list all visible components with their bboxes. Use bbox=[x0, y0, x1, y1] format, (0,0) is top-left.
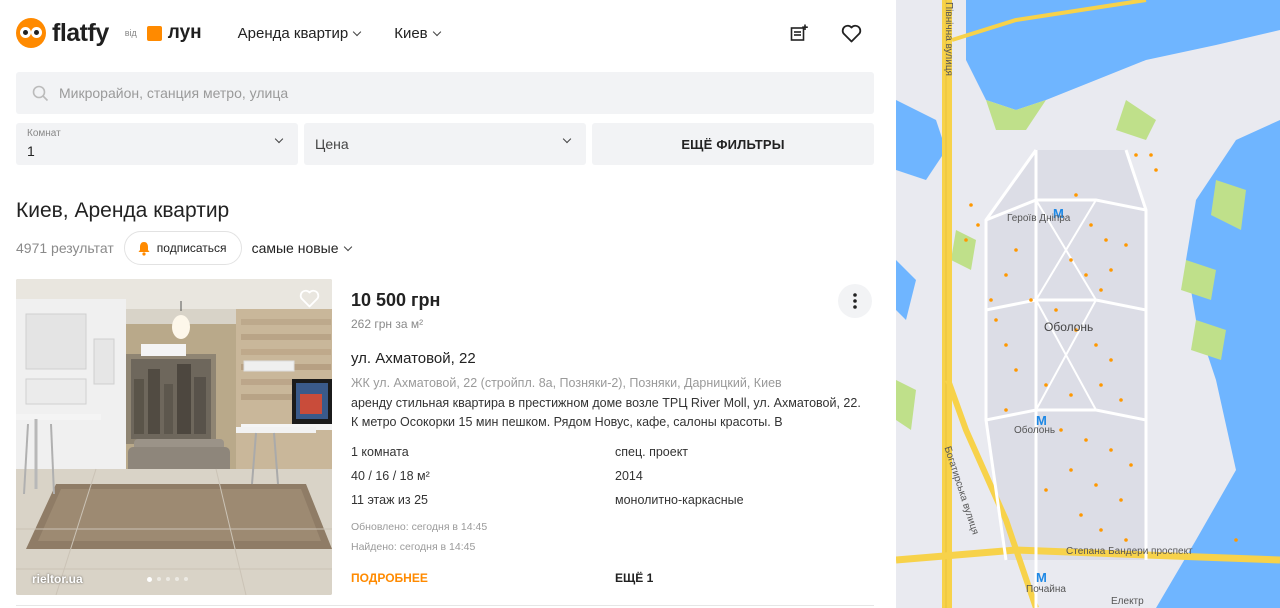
prop-area: 40 / 16 / 18 м² bbox=[351, 469, 430, 483]
chevron-down-icon bbox=[432, 27, 441, 36]
more-vertical-icon bbox=[853, 293, 857, 309]
subscribe-label: подписаться bbox=[156, 241, 227, 255]
sort-label: самые новые bbox=[251, 240, 339, 256]
nav-city[interactable]: Киев bbox=[394, 24, 441, 42]
results-meta: 4971 результат подписаться самые новые bbox=[16, 231, 352, 265]
bell-icon bbox=[138, 241, 150, 256]
header-actions bbox=[788, 22, 862, 44]
photo-source: rieltor.ua bbox=[32, 572, 83, 586]
page-title: Киев, Аренда квартир bbox=[16, 199, 230, 222]
more-listings-link[interactable]: ЕЩЁ 1 bbox=[615, 571, 653, 585]
brand-from: від bbox=[124, 28, 137, 38]
map-label-metro-pochaina: Почайна bbox=[1026, 584, 1066, 595]
listing-photo[interactable]: rieltor.ua bbox=[16, 279, 332, 595]
listing-price: 10 500 грн bbox=[351, 290, 441, 310]
nav-rental-type[interactable]: Аренда квартир bbox=[237, 24, 362, 42]
carousel-dot[interactable] bbox=[175, 577, 179, 581]
listing-description: аренду стильная квартира в престижном до… bbox=[351, 396, 861, 429]
rooms-filter[interactable]: Комнат 1 bbox=[16, 123, 298, 165]
map-label-metro-obolon: Оболонь bbox=[1014, 425, 1056, 436]
brand-name: flatfy bbox=[52, 18, 109, 47]
photo-favorite-heart-icon[interactable] bbox=[299, 289, 320, 313]
carousel-dot[interactable] bbox=[157, 577, 161, 581]
more-filters-button[interactable]: ЕЩЁ ФИЛЬТРЫ bbox=[592, 123, 874, 165]
listing-card[interactable]: rieltor.ua 10 500 грн 262 грн за м² ул. … bbox=[16, 279, 874, 608]
map-label-metro-heroiv: Героїв Дніпра bbox=[1007, 213, 1071, 224]
lun-logo[interactable]: лун bbox=[146, 22, 202, 44]
price-filter[interactable]: Цена bbox=[304, 123, 586, 165]
chevron-down-icon bbox=[274, 134, 284, 144]
carousel-dot[interactable] bbox=[166, 577, 170, 581]
chevron-down-icon bbox=[562, 134, 572, 144]
map-label-district: Оболонь bbox=[1044, 320, 1094, 334]
flatfy-logo[interactable]: flatfy від bbox=[16, 18, 137, 48]
room-photo-illustration bbox=[16, 279, 332, 595]
carousel-dot[interactable] bbox=[184, 577, 188, 581]
lun-logo-icon bbox=[146, 25, 162, 41]
rooms-filter-value: 1 bbox=[27, 143, 35, 159]
listing-panel: flatfy від лун Аренда квартир Киев Микро… bbox=[0, 0, 896, 608]
listing-address[interactable]: ул. Ахматовой, 22 bbox=[351, 350, 476, 367]
map-canvas[interactable]: M M M bbox=[896, 0, 1280, 608]
sort-dropdown[interactable]: самые новые bbox=[251, 240, 352, 256]
prop-floor: 11 этаж из 25 bbox=[351, 493, 429, 507]
chevron-down-icon bbox=[343, 242, 352, 251]
chevron-down-icon bbox=[352, 27, 362, 36]
prop-rooms: 1 комната bbox=[351, 445, 409, 459]
nav-rental-type-label: Аренда квартир bbox=[237, 24, 349, 42]
listing-options-button[interactable] bbox=[838, 284, 872, 318]
subscribe-button[interactable]: подписаться bbox=[123, 231, 242, 265]
map-panel[interactable]: M M M Героїв Дніпра Оболонь Оболонь Степ… bbox=[896, 0, 1280, 608]
add-listing-icon[interactable] bbox=[788, 22, 810, 44]
prop-walls: монолитно-каркасные bbox=[615, 493, 744, 507]
listing-updated: Обновлено: сегодня в 14:45 bbox=[351, 521, 488, 533]
search-bar[interactable] bbox=[16, 72, 874, 114]
search-input[interactable] bbox=[59, 85, 839, 101]
details-link[interactable]: ПОДРОБНЕЕ bbox=[351, 571, 428, 585]
header: flatfy від лун Аренда квартир Киев bbox=[16, 16, 874, 50]
listing-found: Найдено: сегодня в 14:45 bbox=[351, 541, 476, 553]
prop-year: 2014 bbox=[615, 469, 643, 483]
map-label-street-pivnichna: Північна вулиця bbox=[943, 2, 954, 76]
carousel-dot[interactable] bbox=[147, 577, 152, 582]
app: flatfy від лун Аренда квартир Киев Микро… bbox=[0, 0, 1280, 608]
owl-logo-icon bbox=[16, 18, 46, 48]
prop-project: спец. проект bbox=[615, 445, 689, 459]
map-label-street-bandery: Степана Бандери проспект bbox=[1066, 546, 1193, 557]
svg-text:M: M bbox=[1036, 570, 1047, 585]
card-divider bbox=[16, 605, 874, 606]
listing-price-per-m2: 262 грн за м² bbox=[351, 317, 424, 331]
rooms-filter-label: Комнат bbox=[27, 128, 61, 139]
search-icon bbox=[32, 85, 49, 101]
photo-carousel-dots[interactable] bbox=[147, 577, 188, 582]
partner-name: лун bbox=[167, 22, 202, 43]
nav-city-label: Киев bbox=[394, 24, 428, 42]
main-nav: Аренда квартир Киев bbox=[237, 24, 441, 42]
map-label-street-elektr: Електр bbox=[1111, 596, 1144, 607]
filters-row: Комнат 1 Цена ЕЩЁ ФИЛЬТРЫ bbox=[16, 123, 874, 165]
favorites-heart-icon[interactable] bbox=[840, 22, 862, 44]
listing-complex: ЖК ул. Ахматовой, 22 (стройпл. 8а, Позня… bbox=[351, 376, 782, 390]
price-filter-label: Цена bbox=[315, 136, 349, 152]
results-count: 4971 результат bbox=[16, 240, 114, 256]
